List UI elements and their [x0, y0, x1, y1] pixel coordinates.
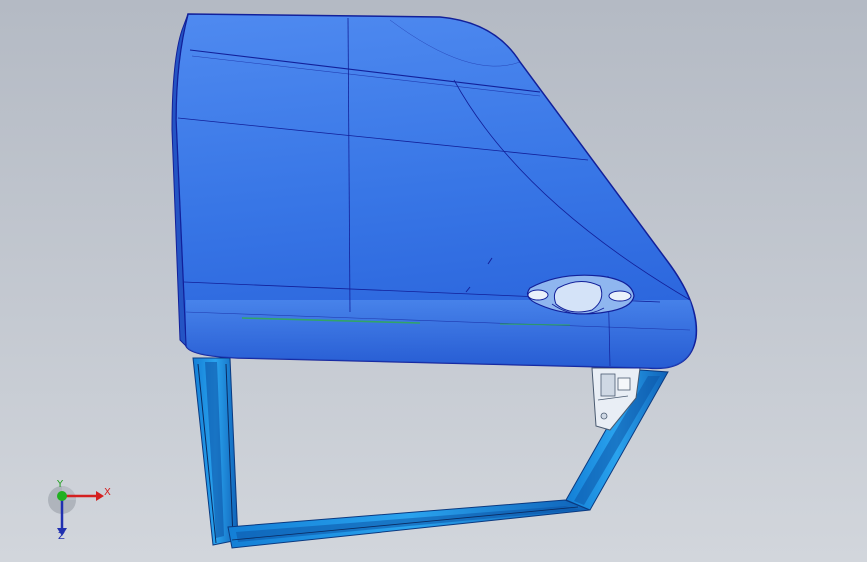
- x-axis-label: X: [104, 487, 111, 498]
- y-axis-label: Y: [57, 479, 64, 490]
- cad-viewport[interactable]: X Y Z: [0, 0, 867, 562]
- door-model[interactable]: [0, 0, 867, 562]
- orientation-triad: X Y Z: [40, 478, 120, 548]
- z-axis-label: Z: [58, 531, 65, 542]
- door-panel[interactable]: [171, 13, 698, 370]
- window-frame[interactable]: [192, 357, 669, 549]
